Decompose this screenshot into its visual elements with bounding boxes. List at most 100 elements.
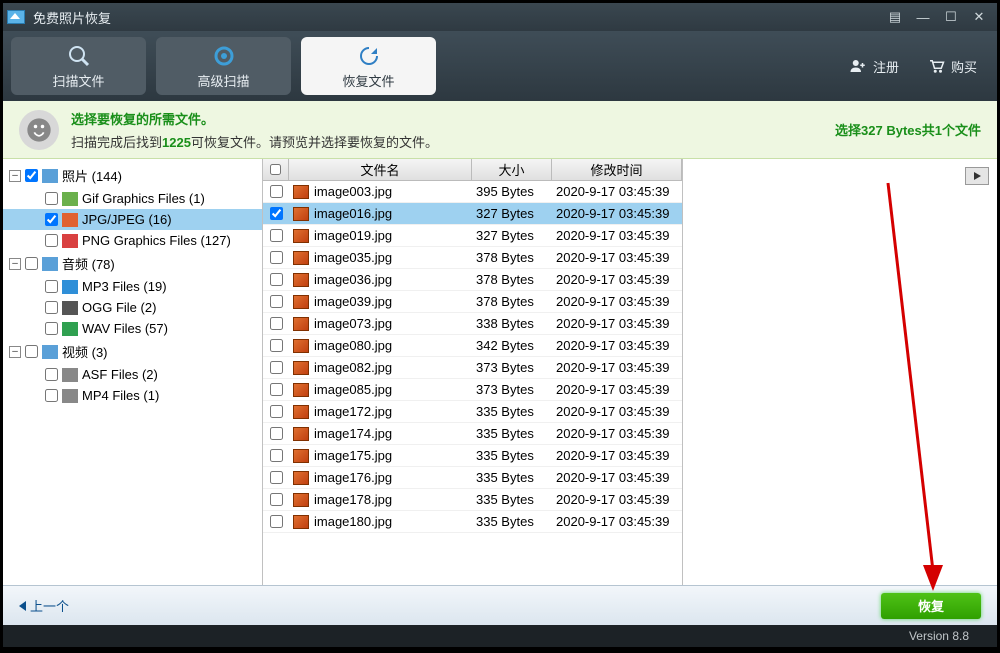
- file-size: 378 Bytes: [476, 250, 534, 265]
- file-size: 335 Bytes: [476, 470, 534, 485]
- tree-node[interactable]: Gif Graphics Files (1): [3, 188, 262, 209]
- header-size[interactable]: 大小: [472, 159, 552, 180]
- file-time: 2020-9-17 03:45:39: [556, 514, 669, 529]
- file-checkbox[interactable]: [270, 185, 283, 198]
- file-checkbox[interactable]: [270, 273, 283, 286]
- file-time: 2020-9-17 03:45:39: [556, 294, 669, 309]
- folder-icon: [42, 345, 58, 359]
- file-size: 373 Bytes: [476, 382, 534, 397]
- file-checkbox[interactable]: [270, 383, 283, 396]
- image-icon: [293, 471, 309, 485]
- tab-recover-files[interactable]: 恢复文件: [301, 37, 436, 95]
- toolbar: 扫描文件 高级扫描 恢复文件 注册 购买: [3, 31, 997, 101]
- file-row[interactable]: image080.jpg342 Bytes2020-9-17 03:45:39: [263, 335, 682, 357]
- file-row[interactable]: image174.jpg335 Bytes2020-9-17 03:45:39: [263, 423, 682, 445]
- file-row[interactable]: image178.jpg335 Bytes2020-9-17 03:45:39: [263, 489, 682, 511]
- file-size: 378 Bytes: [476, 294, 534, 309]
- tree-checkbox[interactable]: [45, 234, 58, 247]
- tree-node[interactable]: ASF Files (2): [3, 364, 262, 385]
- tab-advanced-scan[interactable]: 高级扫描: [156, 37, 291, 95]
- file-checkbox[interactable]: [270, 427, 283, 440]
- file-name: image082.jpg: [314, 360, 392, 375]
- tab-scan-files[interactable]: 扫描文件: [11, 37, 146, 95]
- file-checkbox[interactable]: [270, 317, 283, 330]
- file-row[interactable]: image039.jpg378 Bytes2020-9-17 03:45:39: [263, 291, 682, 313]
- register-link[interactable]: 注册: [849, 57, 899, 76]
- file-row[interactable]: image003.jpg395 Bytes2020-9-17 03:45:39: [263, 181, 682, 203]
- tree-checkbox[interactable]: [45, 322, 58, 335]
- file-checkbox[interactable]: [270, 405, 283, 418]
- file-row[interactable]: image172.jpg335 Bytes2020-9-17 03:45:39: [263, 401, 682, 423]
- tree-node[interactable]: PNG Graphics Files (127): [3, 230, 262, 251]
- file-row[interactable]: image073.jpg338 Bytes2020-9-17 03:45:39: [263, 313, 682, 335]
- version-label: Version 8.8: [909, 629, 969, 643]
- header-checkbox[interactable]: [263, 159, 289, 180]
- tree-label: MP4 Files (1): [82, 388, 159, 403]
- tree-checkbox[interactable]: [25, 257, 38, 270]
- file-row[interactable]: image180.jpg335 Bytes2020-9-17 03:45:39: [263, 511, 682, 533]
- prev-button[interactable]: 上一个: [19, 596, 69, 615]
- collapse-toggle[interactable]: –: [9, 346, 21, 358]
- tree-node[interactable]: JPG/JPEG (16): [3, 209, 262, 230]
- collapse-toggle[interactable]: –: [9, 170, 21, 182]
- tree-node[interactable]: –照片 (144): [3, 163, 262, 188]
- buy-link[interactable]: 购买: [927, 57, 977, 76]
- file-checkbox[interactable]: [270, 515, 283, 528]
- file-checkbox[interactable]: [270, 493, 283, 506]
- tree-node[interactable]: MP3 Files (19): [3, 276, 262, 297]
- file-time: 2020-9-17 03:45:39: [556, 448, 669, 463]
- tree-checkbox[interactable]: [45, 389, 58, 402]
- close-button[interactable]: ✕: [965, 7, 993, 27]
- tree-node[interactable]: OGG File (2): [3, 297, 262, 318]
- header-time[interactable]: 修改时间: [552, 159, 682, 180]
- file-time: 2020-9-17 03:45:39: [556, 272, 669, 287]
- tree-checkbox[interactable]: [45, 301, 58, 314]
- file-row[interactable]: image085.jpg373 Bytes2020-9-17 03:45:39: [263, 379, 682, 401]
- collapse-toggle[interactable]: –: [9, 258, 21, 270]
- asf-icon: [62, 368, 78, 382]
- tree-checkbox[interactable]: [45, 368, 58, 381]
- menu-icon[interactable]: ▤: [881, 7, 909, 27]
- file-checkbox[interactable]: [270, 207, 283, 220]
- play-button[interactable]: [965, 167, 989, 185]
- tree-label: Gif Graphics Files (1): [82, 191, 205, 206]
- file-name: image016.jpg: [314, 206, 392, 221]
- tree-checkbox[interactable]: [25, 345, 38, 358]
- tree-label: 视频 (3): [62, 342, 108, 361]
- minimize-button[interactable]: —: [909, 7, 937, 27]
- file-size: 335 Bytes: [476, 492, 534, 507]
- file-row[interactable]: image019.jpg327 Bytes2020-9-17 03:45:39: [263, 225, 682, 247]
- file-checkbox[interactable]: [270, 361, 283, 374]
- header-filename[interactable]: 文件名: [289, 159, 472, 180]
- file-name: image172.jpg: [314, 404, 392, 419]
- mp4-icon: [62, 389, 78, 403]
- file-row[interactable]: image036.jpg378 Bytes2020-9-17 03:45:39: [263, 269, 682, 291]
- image-icon: [293, 339, 309, 353]
- tree-checkbox[interactable]: [45, 192, 58, 205]
- file-checkbox[interactable]: [270, 251, 283, 264]
- file-row[interactable]: image035.jpg378 Bytes2020-9-17 03:45:39: [263, 247, 682, 269]
- file-checkbox[interactable]: [270, 295, 283, 308]
- file-row[interactable]: image175.jpg335 Bytes2020-9-17 03:45:39: [263, 445, 682, 467]
- ogg-icon: [62, 301, 78, 315]
- recover-button[interactable]: 恢复: [881, 593, 981, 619]
- tree-node[interactable]: MP4 Files (1): [3, 385, 262, 406]
- tree-checkbox[interactable]: [45, 213, 58, 226]
- file-checkbox[interactable]: [270, 229, 283, 242]
- tree-node[interactable]: WAV Files (57): [3, 318, 262, 339]
- tree-checkbox[interactable]: [45, 280, 58, 293]
- file-row[interactable]: image082.jpg373 Bytes2020-9-17 03:45:39: [263, 357, 682, 379]
- file-row[interactable]: image176.jpg335 Bytes2020-9-17 03:45:39: [263, 467, 682, 489]
- folder-icon: [42, 169, 58, 183]
- version-bar: Version 8.8: [3, 625, 997, 647]
- tree-checkbox[interactable]: [25, 169, 38, 182]
- file-row[interactable]: image016.jpg327 Bytes2020-9-17 03:45:39: [263, 203, 682, 225]
- tree-node[interactable]: – 视频 (3): [3, 339, 262, 364]
- info-subtitle: 扫描完成后找到1225可恢复文件。请预览并选择要恢复的文件。: [71, 132, 438, 151]
- file-checkbox[interactable]: [270, 339, 283, 352]
- file-checkbox[interactable]: [270, 471, 283, 484]
- file-checkbox[interactable]: [270, 449, 283, 462]
- file-size: 335 Bytes: [476, 404, 534, 419]
- tree-node[interactable]: –音频 (78): [3, 251, 262, 276]
- maximize-button[interactable]: ☐: [937, 7, 965, 27]
